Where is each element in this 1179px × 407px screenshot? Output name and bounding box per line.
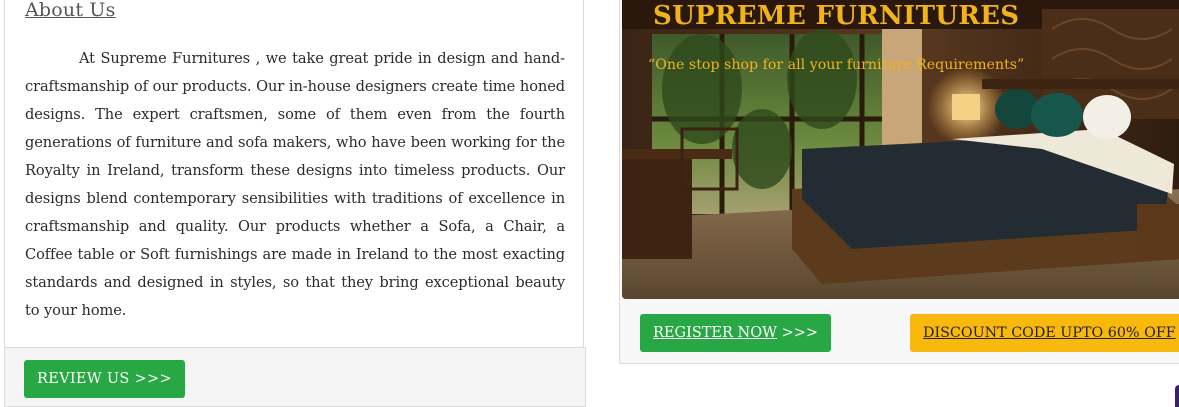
about-card: About Us At Supreme Furnitures , we take…: [4, 0, 584, 347]
about-body: At Supreme Furnitures , we take great pr…: [25, 50, 565, 319]
bedroom-photo: [622, 0, 1179, 299]
hero-tagline: “One stop shop for all your furniture Re…: [648, 57, 1025, 73]
register-now-button[interactable]: REGISTER NOW >>>: [640, 314, 832, 352]
about-card-footer: REVIEW US >>>: [4, 347, 586, 407]
hero-title: SUPREME FURNITURES: [653, 1, 1020, 31]
hero-card: SUPREME FURNITURES “One stop shop for al…: [619, 0, 1179, 364]
register-now-label: REGISTER NOW: [653, 325, 778, 341]
about-title: About Us: [25, 0, 116, 21]
side-widget-tab[interactable]: [1175, 385, 1179, 407]
review-us-button[interactable]: REVIEW US >>>: [24, 360, 185, 398]
discount-code-button[interactable]: DISCOUNT CODE UPTO 60% OFF: [910, 314, 1179, 352]
register-now-arrows: >>>: [777, 325, 819, 341]
